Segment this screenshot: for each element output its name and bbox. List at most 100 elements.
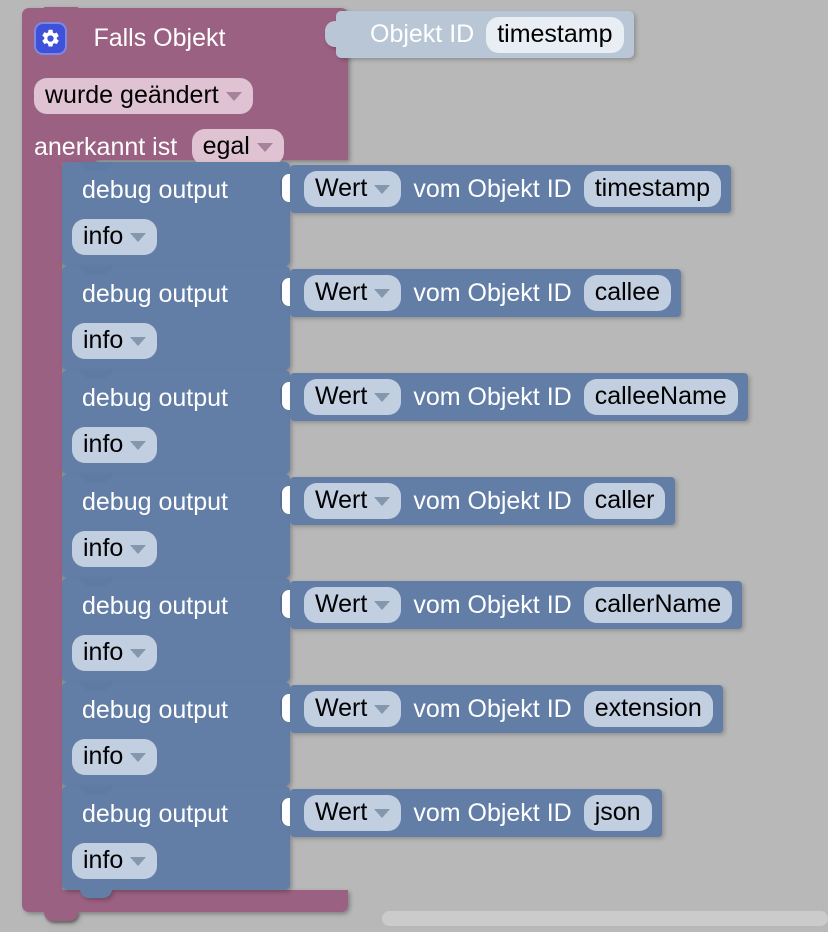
chevron-down-icon: [130, 233, 147, 242]
get-value-block[interactable]: Wert vom Objekt ID callee: [290, 269, 682, 317]
value-object-id-label: vom Objekt ID: [413, 590, 572, 619]
statement-top-notch: [80, 266, 112, 274]
object-id-label: Objekt ID: [370, 20, 475, 48]
debug-level-dropdown[interactable]: info: [72, 531, 158, 567]
value-object-id-value: json: [594, 798, 641, 826]
statement-top-notch: [80, 786, 112, 794]
value-object-id-label: vom Objekt ID: [413, 798, 572, 827]
trigger-ack-row: anerkannt ist egal: [34, 129, 284, 165]
debug-level-value: info: [83, 638, 124, 666]
debug-level-dropdown[interactable]: info: [72, 843, 158, 879]
value-mode-value: Wert: [315, 382, 368, 410]
debug-level-value: info: [83, 326, 124, 354]
value-object-id-label: vom Objekt ID: [413, 694, 572, 723]
object-id-value-block[interactable]: Objekt ID timestamp: [325, 11, 634, 58]
get-value-block[interactable]: Wert vom Objekt ID timestamp: [290, 165, 732, 213]
debug-output-block[interactable]: debug output info: [62, 266, 292, 378]
debug-level-value: info: [83, 846, 124, 874]
get-value-block[interactable]: Wert vom Objekt ID calleeName: [290, 373, 748, 421]
object-id-field[interactable]: timestamp: [486, 16, 624, 53]
value-object-id-field[interactable]: timestamp: [583, 171, 722, 207]
debug-output-label: debug output: [82, 696, 228, 724]
chevron-down-icon: [374, 601, 391, 610]
debug-output-block[interactable]: debug output info: [62, 162, 292, 274]
value-mode-value: Wert: [315, 590, 368, 618]
value-mode-dropdown[interactable]: Wert: [304, 379, 402, 415]
chevron-down-icon: [225, 92, 242, 101]
value-mode-dropdown[interactable]: Wert: [304, 795, 402, 831]
trigger-condition-row: wurde geändert: [34, 78, 253, 114]
blockly-workspace[interactable]: Falls Objekt wurde geändert anerkannt is…: [0, 0, 828, 932]
debug-level-value: info: [83, 534, 124, 562]
value-mode-dropdown[interactable]: Wert: [304, 483, 402, 519]
debug-level-dropdown[interactable]: info: [72, 219, 158, 255]
statement-top-notch: [80, 162, 112, 170]
debug-output-label: debug output: [82, 800, 228, 828]
trigger-ack-label: anerkannt ist: [34, 132, 178, 161]
chevron-down-icon: [130, 857, 147, 866]
debug-level-dropdown[interactable]: info: [72, 635, 158, 671]
chevron-down-icon: [374, 705, 391, 714]
get-value-block[interactable]: Wert vom Objekt ID json: [290, 789, 662, 837]
debug-level-dropdown[interactable]: info: [72, 739, 158, 775]
debug-output-label: debug output: [82, 384, 228, 412]
gear-icon[interactable]: [34, 22, 67, 55]
value-mode-dropdown[interactable]: Wert: [304, 275, 402, 311]
debug-output-block[interactable]: debug output info: [62, 370, 292, 482]
value-object-id-field[interactable]: calleeName: [583, 379, 738, 415]
value-object-id-value: caller: [594, 486, 655, 514]
value-object-id-value: callerName: [594, 590, 722, 618]
value-object-id-value: extension: [594, 694, 702, 722]
value-mode-value: Wert: [315, 798, 368, 826]
statement-top-notch: [80, 682, 112, 690]
value-mode-value: Wert: [315, 174, 368, 202]
value-object-id-label: vom Objekt ID: [413, 382, 572, 411]
value-mode-dropdown[interactable]: Wert: [304, 587, 402, 623]
debug-level-dropdown[interactable]: info: [72, 427, 158, 463]
chevron-down-icon: [130, 649, 147, 658]
value-object-id-field[interactable]: json: [583, 795, 652, 831]
debug-output-block[interactable]: debug output info: [62, 578, 292, 690]
chevron-down-icon: [130, 753, 147, 762]
chevron-down-icon: [130, 337, 147, 346]
value-object-id-field[interactable]: caller: [583, 483, 666, 519]
value-object-id-label: vom Objekt ID: [413, 278, 572, 307]
value-mode-dropdown[interactable]: Wert: [304, 691, 402, 727]
debug-output-label: debug output: [82, 280, 228, 308]
value-object-id-value: timestamp: [594, 174, 711, 202]
value-mode-dropdown[interactable]: Wert: [304, 171, 402, 207]
chevron-down-icon: [130, 441, 147, 450]
statement-top-notch: [80, 370, 112, 378]
chevron-down-icon: [374, 185, 391, 194]
get-value-block[interactable]: Wert vom Objekt ID extension: [290, 685, 723, 733]
debug-output-block[interactable]: debug output info: [62, 474, 292, 586]
statement-bottom-nub: [80, 889, 112, 898]
debug-level-dropdown[interactable]: info: [72, 323, 158, 359]
debug-output-block[interactable]: debug output info: [62, 682, 292, 794]
value-mode-value: Wert: [315, 486, 368, 514]
value-object-id-field[interactable]: extension: [583, 691, 713, 727]
chevron-down-icon: [374, 497, 391, 506]
statement-top-notch: [80, 474, 112, 482]
value-object-id-value: callee: [594, 278, 661, 306]
trigger-condition-value: wurde geändert: [45, 81, 219, 109]
value-object-id-field[interactable]: callee: [583, 275, 672, 311]
trigger-condition-dropdown[interactable]: wurde geändert: [34, 78, 253, 114]
trigger-ack-value: egal: [202, 132, 250, 160]
object-id-value: timestamp: [497, 19, 613, 48]
debug-output-block[interactable]: debug output info: [62, 786, 292, 898]
debug-level-value: info: [83, 430, 124, 458]
debug-level-value: info: [83, 222, 124, 250]
value-object-id-field[interactable]: callerName: [583, 587, 733, 623]
chevron-down-icon: [374, 809, 391, 818]
trigger-header-row: Falls Objekt: [22, 8, 348, 55]
debug-output-label: debug output: [82, 488, 228, 516]
horizontal-scrollbar[interactable]: [382, 911, 828, 926]
value-object-id-value: calleeName: [594, 382, 727, 410]
trigger-ack-dropdown[interactable]: egal: [191, 129, 284, 165]
debug-level-value: info: [83, 742, 124, 770]
value-object-id-label: vom Objekt ID: [413, 174, 572, 203]
get-value-block[interactable]: Wert vom Objekt ID callerName: [290, 581, 743, 629]
get-value-block[interactable]: Wert vom Objekt ID caller: [290, 477, 676, 525]
chevron-down-icon: [130, 545, 147, 554]
